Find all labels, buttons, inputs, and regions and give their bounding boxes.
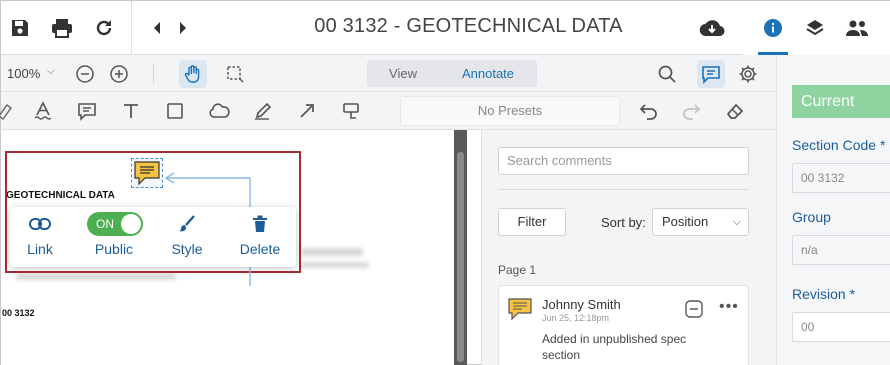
annotation-toolbar: No Presets	[0, 92, 776, 130]
eraser-icon[interactable]	[723, 100, 747, 122]
group-field[interactable]: n/a	[792, 235, 890, 265]
chevron-down-icon: ⌵	[732, 216, 741, 228]
paintbrush-icon	[157, 212, 217, 236]
filter-button[interactable]: Filter	[498, 208, 566, 236]
pen-icon[interactable]	[251, 100, 275, 122]
highlight-icon[interactable]	[0, 100, 17, 122]
note-annotation-icon	[134, 161, 160, 185]
search-comments-input[interactable]: Search comments	[498, 147, 749, 175]
properties-panel: Current Section Code * 00 3132 Group n/a…	[776, 55, 890, 365]
layers-icon	[806, 20, 824, 36]
link-button[interactable]: Link	[10, 212, 70, 257]
tab-layers[interactable]	[794, 1, 836, 55]
document-page[interactable]: GEOTECHNICAL DATA 00 3132 Link ON Public…	[1, 130, 454, 365]
tab-users[interactable]	[836, 1, 878, 55]
right-panel-tabs	[743, 1, 890, 55]
note-icon[interactable]	[75, 100, 99, 122]
sticky-note-annotation[interactable]	[131, 158, 163, 188]
mode-switcher: View Annotate	[367, 60, 537, 87]
undo-icon[interactable]	[637, 100, 661, 122]
blurred-text	[301, 262, 369, 268]
info-icon	[764, 19, 782, 37]
refresh-icon[interactable]	[91, 15, 117, 41]
arrow-tool-icon[interactable]	[295, 100, 319, 122]
link-icon	[10, 212, 70, 236]
comment-card[interactable]: Johnny Smith Jun 25, 12:18pm Added in un…	[498, 285, 749, 365]
style-label: Style	[171, 241, 203, 257]
link-label: Link	[27, 241, 53, 257]
users-icon	[846, 20, 868, 36]
divider	[153, 64, 154, 84]
zoom-level[interactable]: 100%	[7, 66, 40, 81]
document-scrollbar[interactable]	[454, 130, 467, 365]
more-options-icon[interactable]: •••	[719, 298, 739, 316]
divider	[498, 189, 749, 190]
section-code-field[interactable]: 00 3132	[792, 163, 890, 193]
rectangle-icon[interactable]	[163, 100, 187, 122]
save-icon[interactable]	[7, 15, 33, 41]
divider	[131, 1, 132, 55]
sort-select[interactable]: Position ⌵	[652, 208, 749, 236]
revision-field[interactable]: 00	[792, 312, 890, 342]
trash-icon	[230, 212, 290, 236]
search-icon[interactable]	[655, 62, 679, 86]
gear-icon[interactable]	[736, 62, 760, 86]
app-frame: 00 3132 - GEOTECHNICAL DATA 100% ⌵ View …	[0, 0, 890, 365]
view-toolbar: 100% ⌵ View Annotate	[1, 55, 776, 92]
comment-author: Johnny Smith	[542, 297, 621, 312]
delete-button[interactable]: Delete	[230, 212, 290, 257]
comment-text: Added in unpublished spec section	[542, 332, 687, 362]
pan-hand-icon[interactable]	[179, 60, 207, 88]
note-comment-icon	[508, 298, 532, 325]
text-underline-icon[interactable]	[31, 100, 55, 122]
sort-label: Sort by:	[601, 215, 646, 230]
presets-dropdown[interactable]: No Presets	[400, 96, 620, 126]
public-item: Public	[84, 212, 144, 257]
style-button[interactable]: Style	[157, 212, 217, 257]
public-label: Public	[94, 241, 134, 257]
tab-view[interactable]: View	[367, 66, 439, 81]
page-group-label: Page 1	[498, 263, 537, 277]
comments-panel-icon[interactable]	[697, 60, 725, 88]
comment-date: Jun 25, 12:18pm	[542, 313, 610, 323]
collapse-icon[interactable]	[685, 300, 703, 323]
cloud-shape-icon[interactable]	[207, 100, 231, 122]
chevron-down-icon[interactable]: ⌵	[47, 66, 55, 77]
annotation-popover: Link ON Public Style Delete	[10, 207, 296, 267]
section-code-label: Section Code *	[792, 137, 886, 153]
document-section-code: 00 3132	[2, 308, 35, 318]
status-badge: Current	[792, 85, 890, 118]
tab-annotate[interactable]: Annotate	[439, 66, 537, 81]
cloud-download-icon[interactable]	[699, 15, 725, 41]
next-arrow-icon[interactable]	[170, 15, 196, 41]
print-icon[interactable]	[49, 15, 75, 41]
redo-icon[interactable]	[679, 100, 703, 122]
group-label: Group	[792, 209, 831, 225]
document-title: 00 3132 - GEOTECHNICAL DATA	[314, 15, 623, 37]
previous-arrow-icon[interactable]	[144, 15, 170, 41]
comments-panel: Search comments Filter Sort by: Position…	[481, 130, 776, 365]
text-tool-icon[interactable]	[119, 100, 143, 122]
zoom-in-icon[interactable]	[107, 62, 131, 86]
blurred-text	[16, 273, 176, 280]
zoom-out-icon[interactable]	[73, 62, 97, 86]
scrollbar-thumb[interactable]	[457, 152, 464, 362]
blurred-text	[301, 248, 363, 256]
top-bar: 00 3132 - GEOTECHNICAL DATA	[1, 1, 890, 55]
delete-label: Delete	[239, 241, 281, 257]
marquee-select-icon[interactable]	[223, 62, 247, 86]
callout-icon[interactable]	[339, 100, 363, 122]
revision-label: Revision *	[792, 286, 856, 302]
sort-value: Position	[662, 214, 709, 229]
tab-info[interactable]	[752, 1, 794, 55]
